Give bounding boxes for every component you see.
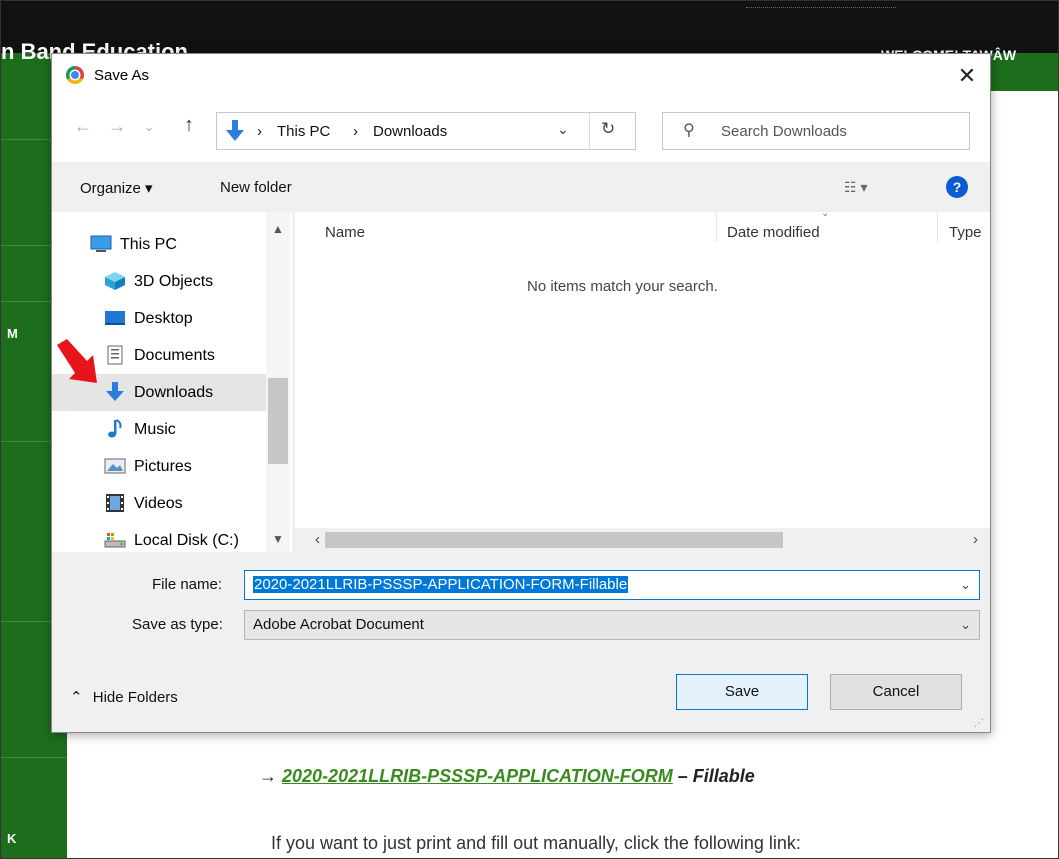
tree-item-local-disk[interactable]: Local Disk (C:): [52, 522, 266, 559]
picture-icon: [104, 458, 126, 474]
resize-grip-icon[interactable]: ⋰: [974, 718, 984, 729]
desktop-icon: [105, 311, 125, 325]
column-header-type[interactable]: Type: [949, 224, 982, 241]
sidebar-item-fragment[interactable]: M: [7, 326, 18, 341]
back-arrow-icon[interactable]: ←: [74, 116, 92, 137]
tree-label: 3D Objects: [134, 273, 214, 290]
tree-label: Desktop: [134, 310, 193, 327]
tree-label: Videos: [134, 495, 183, 512]
scroll-right-icon[interactable]: ›: [973, 531, 978, 548]
forward-arrow-icon[interactable]: →: [108, 116, 126, 137]
search-placeholder: Search Downloads: [721, 123, 847, 140]
address-divider: [589, 113, 590, 149]
tree-item-desktop[interactable]: Desktop: [52, 300, 266, 337]
close-button[interactable]: ✕: [950, 60, 984, 92]
empty-message: No items match your search.: [527, 278, 718, 295]
red-arrow-icon: [57, 339, 97, 383]
save-button[interactable]: Save: [676, 674, 808, 710]
document-icon: [107, 345, 123, 365]
save-type-value: Adobe Acrobat Document: [253, 616, 424, 633]
breadcrumb-separator: ›: [257, 123, 262, 140]
scroll-up-icon[interactable]: ▲: [272, 222, 284, 236]
chevron-down-icon[interactable]: ⌄: [960, 617, 971, 633]
refresh-icon[interactable]: ↻: [601, 119, 615, 139]
address-bar[interactable]: › This PC › Downloads ⌄ ↻: [216, 112, 636, 150]
address-row: ← → ⌄ ↑ › This PC › Downloads ⌄ ↻ ⚲ Sear…: [52, 98, 990, 162]
application-form-link[interactable]: 2020-2021LLRIB-PSSSP-APPLICATION-FORM: [282, 766, 673, 786]
sort-chevron-icon: ⌄: [821, 208, 830, 219]
tree-label: This PC: [120, 236, 177, 253]
arrow-glyph: →: [259, 766, 277, 786]
chevron-down-icon[interactable]: ⌄: [557, 121, 569, 138]
cube-icon: [105, 272, 125, 290]
breadcrumb-downloads[interactable]: Downloads: [373, 123, 447, 140]
tree-label: Music: [134, 421, 176, 438]
cancel-button[interactable]: Cancel: [830, 674, 962, 710]
new-folder-button[interactable]: New folder: [220, 179, 292, 196]
search-icon: ⚲: [683, 122, 695, 139]
hide-folders-button[interactable]: ⌃ Hide Folders: [70, 688, 178, 706]
tree-item-music[interactable]: Music: [52, 411, 266, 448]
tree-item-3d-objects[interactable]: 3D Objects: [52, 263, 266, 300]
save-as-dialog: Save As ✕ ← → ⌄ ↑ › This PC › Downloads …: [51, 53, 991, 733]
tree-label: Documents: [134, 347, 215, 364]
dialog-titlebar[interactable]: Save As ✕: [52, 54, 990, 98]
browser-content: This PC 3D Objects Desktop Documents Dow…: [52, 208, 990, 552]
help-icon[interactable]: ?: [946, 176, 968, 198]
file-name-row: File name: 2020-2021LLRIB-PSSSP-APPLICAT…: [52, 568, 990, 602]
chrome-icon: [66, 66, 84, 84]
save-type-row: Save as type: Adobe Acrobat Document ⌄: [52, 608, 990, 642]
up-arrow-icon[interactable]: ↑: [184, 114, 194, 137]
fillable-label: – Fillable: [672, 766, 755, 786]
save-type-select[interactable]: Adobe Acrobat Document ⌄: [244, 610, 980, 640]
scrollbar-thumb[interactable]: [268, 378, 288, 464]
organize-button[interactable]: Organize ▾: [80, 179, 153, 197]
nav-pane-scrollbar[interactable]: ▲ ▼: [266, 212, 290, 552]
tree-label: Local Disk (C:): [134, 532, 239, 549]
breadcrumb-separator: ›: [353, 123, 358, 140]
recent-locations-chevron-icon[interactable]: ⌄: [144, 120, 154, 134]
column-header-date-modified[interactable]: Date modified: [727, 224, 820, 241]
tree-label: Pictures: [134, 458, 192, 475]
hide-folders-label: Hide Folders: [92, 689, 178, 706]
scroll-left-icon[interactable]: ‹: [315, 531, 320, 548]
music-note-icon: [108, 419, 122, 438]
save-type-label: Save as type:: [132, 616, 223, 633]
computer-icon: [90, 235, 112, 252]
tree-item-pictures[interactable]: Pictures: [52, 448, 266, 485]
print-instructions: If you want to just print and fill out m…: [271, 833, 801, 853]
film-icon: [106, 494, 124, 512]
download-arrow-icon: [226, 120, 244, 141]
tree-item-this-pc[interactable]: This PC: [52, 226, 266, 263]
topbar-divider: [746, 7, 896, 9]
chevron-up-icon: ⌃: [70, 689, 83, 706]
column-divider[interactable]: [937, 212, 938, 242]
download-arrow-icon: [106, 382, 124, 401]
tree-item-videos[interactable]: Videos: [52, 485, 266, 522]
dialog-toolbar: Organize ▾ New folder ☷ ▾ ?: [52, 162, 990, 212]
sidebar-divider: [1, 757, 67, 758]
drive-icon: [104, 533, 126, 548]
file-name-label: File name:: [152, 576, 223, 593]
breadcrumb-this-pc[interactable]: This PC: [277, 123, 330, 140]
column-divider[interactable]: [716, 212, 717, 242]
file-list-pane: Name ⌄ Date modified Type No items match…: [295, 208, 990, 552]
chevron-down-icon[interactable]: ⌄: [960, 577, 971, 593]
scrollbar-thumb[interactable]: [325, 532, 783, 548]
file-name-value: 2020-2021LLRIB-PSSSP-APPLICATION-FORM-Fi…: [253, 576, 629, 593]
tree-label: Downloads: [134, 384, 214, 401]
search-input[interactable]: ⚲ Search Downloads: [662, 112, 970, 150]
file-name-input[interactable]: 2020-2021LLRIB-PSSSP-APPLICATION-FORM-Fi…: [244, 570, 980, 600]
view-options-icon[interactable]: ☷ ▾: [844, 179, 867, 196]
screenshot-root: n Band Education WELCOME! TAWÂW M K → 20…: [0, 0, 1059, 859]
dialog-title: Save As: [94, 67, 150, 84]
sidebar-item-fragment[interactable]: K: [7, 831, 16, 846]
column-header-name[interactable]: Name: [325, 224, 365, 241]
horizontal-scrollbar[interactable]: ‹ ›: [295, 528, 990, 552]
form-link-line: → 2020-2021LLRIB-PSSSP-APPLICATION-FORM …: [259, 766, 755, 787]
scroll-down-icon[interactable]: ▼: [272, 532, 284, 546]
